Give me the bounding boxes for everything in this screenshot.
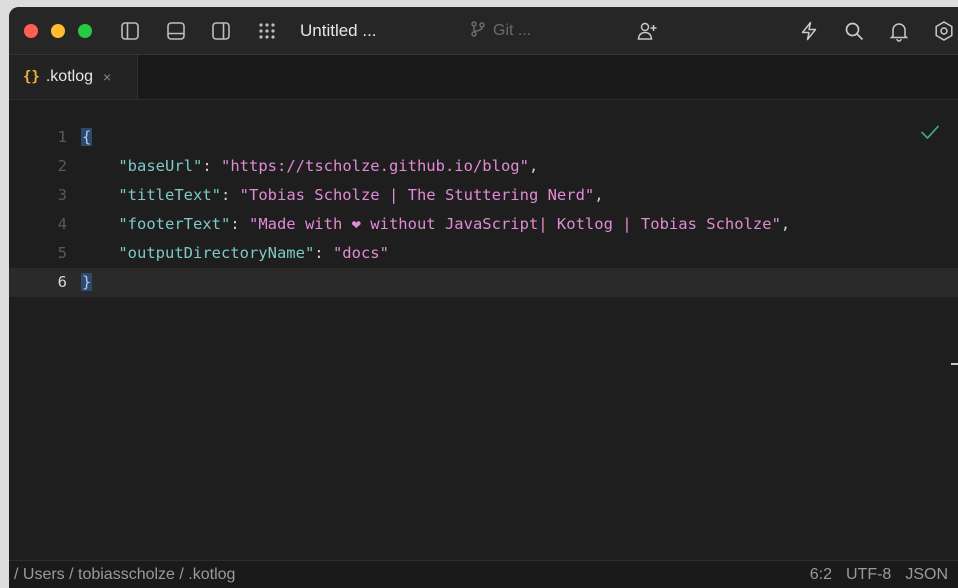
lightning-icon[interactable]: [798, 20, 820, 42]
git-label: Git ...: [493, 22, 532, 39]
language-mode[interactable]: JSON: [905, 566, 948, 584]
code-line[interactable]: 4 "footerText": "Made with ❤ without Jav…: [9, 210, 958, 239]
git-button[interactable]: Git ...: [469, 19, 531, 43]
json-brace: {: [81, 128, 93, 146]
breadcrumb[interactable]: / Users / tobiasscholze / .kotlog: [14, 566, 235, 584]
scrollbar-marker[interactable]: [951, 363, 958, 365]
line-number: 1: [57, 128, 67, 146]
code-text: {: [81, 123, 93, 152]
json-string: "https://tscholze.github.io/blog": [221, 157, 529, 175]
code-token: :: [202, 157, 221, 175]
add-user-icon[interactable]: [636, 20, 658, 42]
status-right: 6:2 UTF-8 JSON: [810, 566, 948, 584]
code-line[interactable]: 5 "outputDirectoryName": "docs": [9, 239, 958, 268]
close-tab-icon[interactable]: ×: [103, 69, 111, 85]
json-key: "titleText": [118, 186, 221, 204]
settings-icon[interactable]: [933, 20, 955, 42]
code-line[interactable]: 3 "titleText": "Tobias Scholze | The Stu…: [9, 181, 958, 210]
cursor-position[interactable]: 6:2: [810, 566, 832, 584]
minimize-window-button[interactable]: [51, 24, 65, 38]
line-number: 2: [57, 157, 67, 175]
json-key: "footerText": [118, 215, 231, 233]
tab-label: .kotlog: [45, 68, 93, 85]
code-line[interactable]: 2 "baseUrl": "https://tscholze.github.io…: [9, 152, 958, 181]
code-editor[interactable]: 1{2 "baseUrl": "https://tscholze.github.…: [9, 100, 958, 560]
code-text: }: [81, 268, 93, 297]
sidebar-left-icon[interactable]: [119, 20, 141, 42]
line-number: 5: [57, 244, 67, 262]
window-title[interactable]: Untitled ...: [300, 21, 377, 41]
code-line[interactable]: 1{: [9, 123, 958, 152]
tab-kotlog[interactable]: {} .kotlog ×: [9, 55, 138, 99]
title-bar: Untitled ... Git ...: [9, 7, 958, 55]
json-brace: }: [81, 273, 93, 291]
tab-bar: {} .kotlog ×: [9, 55, 958, 100]
code-token: ,: [780, 215, 791, 233]
git-branch-icon: [469, 20, 487, 43]
code-token: ,: [594, 186, 604, 204]
bell-icon[interactable]: [888, 20, 910, 42]
code-token: :: [314, 244, 333, 262]
status-bar: / Users / tobiasscholze / .kotlog 6:2 UT…: [9, 560, 958, 588]
code-text: "footerText": "Made with ❤ without JavaS…: [81, 210, 790, 239]
json-key: "outputDirectoryName": [118, 244, 315, 262]
encoding[interactable]: UTF-8: [846, 566, 891, 584]
json-string: "docs": [332, 244, 389, 262]
json-string: "Made with ❤ without JavaScript| Kotlog …: [248, 215, 781, 233]
line-number: 3: [57, 186, 67, 204]
code-text: "titleText": "Tobias Scholze | The Stutt…: [81, 181, 604, 210]
code-text: "outputDirectoryName": "docs": [81, 239, 389, 268]
grid-icon[interactable]: [256, 20, 278, 42]
json-string: "Tobias Scholze | The Stuttering Nerd": [239, 186, 595, 204]
line-number: 6: [57, 273, 67, 291]
code-line[interactable]: 6}: [9, 268, 958, 297]
close-window-button[interactable]: [24, 24, 38, 38]
panel-bottom-icon[interactable]: [165, 20, 187, 42]
zoom-window-button[interactable]: [78, 24, 92, 38]
code-token: ,: [528, 157, 539, 175]
json-braces-icon: {}: [23, 69, 40, 85]
code-token: :: [220, 186, 240, 204]
search-icon[interactable]: [843, 20, 865, 42]
json-key: "baseUrl": [118, 157, 203, 175]
line-number: 4: [57, 215, 67, 233]
sidebar-right-icon[interactable]: [210, 20, 232, 42]
code-text: "baseUrl": "https://tscholze.github.io/b…: [81, 152, 538, 181]
editor-window: Untitled ... Git ... {} .kotlog × 1 {2 …: [9, 7, 958, 588]
code-token: :: [230, 215, 249, 233]
